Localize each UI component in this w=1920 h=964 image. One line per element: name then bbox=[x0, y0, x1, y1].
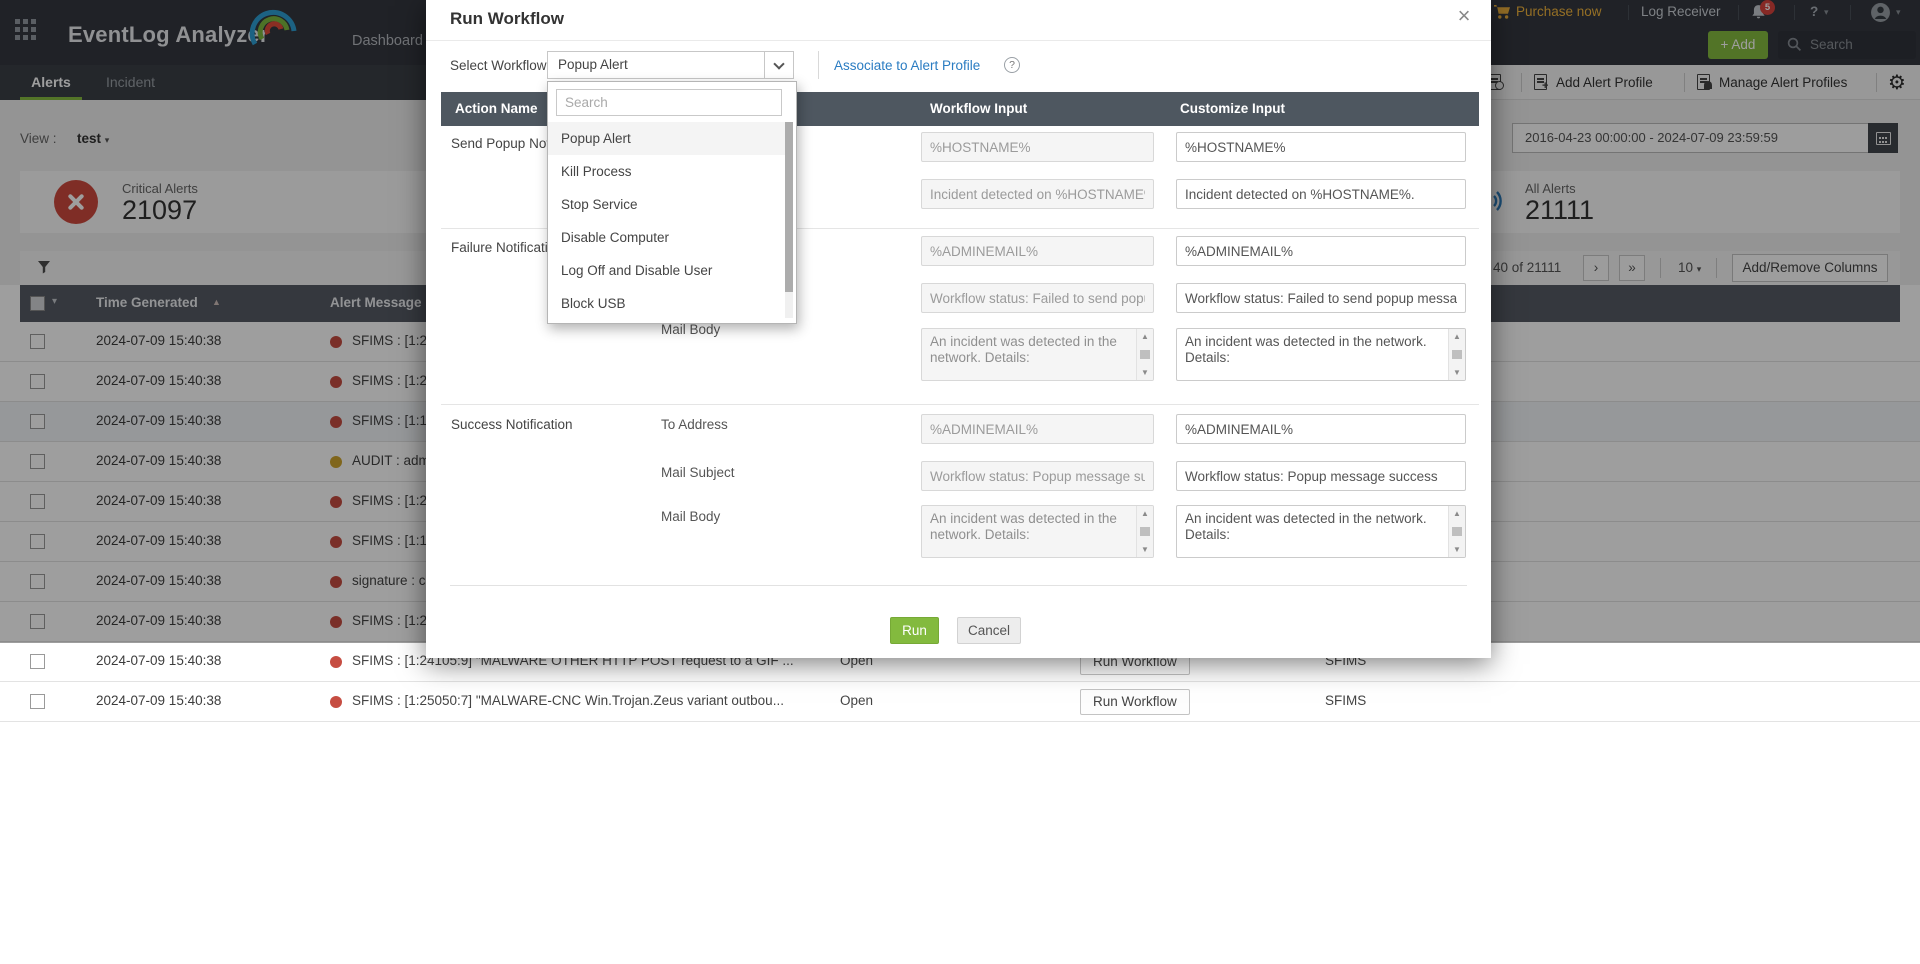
customize-input-field[interactable] bbox=[1176, 132, 1466, 162]
dropdown-search-input[interactable] bbox=[556, 89, 782, 116]
row-checkbox[interactable] bbox=[30, 654, 45, 669]
dropdown-option[interactable]: Stop Service bbox=[548, 188, 786, 221]
workflow-textarea: An incident was detected in the network.… bbox=[921, 328, 1154, 381]
cancel-button[interactable]: Cancel bbox=[957, 617, 1021, 644]
customize-input-field[interactable] bbox=[1176, 461, 1466, 491]
customize-input-field[interactable] bbox=[1176, 414, 1466, 444]
textarea-scrollbar[interactable]: ▲▼ bbox=[1136, 506, 1153, 557]
row-time: 2024-07-09 15:40:38 bbox=[96, 653, 221, 668]
footer-divider bbox=[450, 585, 1467, 586]
customize-textarea[interactable]: An incident was detected in the network.… bbox=[1176, 505, 1466, 558]
table-row: 2024-07-09 15:40:38 SFIMS : [1:25050:7] … bbox=[0, 682, 1920, 722]
run-workflow-modal: Run Workflow × Select Workflow Popup Ale… bbox=[426, 0, 1491, 658]
field-label: To Address bbox=[661, 417, 728, 432]
section-divider bbox=[441, 404, 1479, 405]
textarea-scrollbar[interactable]: ▲▼ bbox=[1448, 329, 1465, 380]
field-label: Mail Body bbox=[661, 322, 720, 337]
severity-dot-icon bbox=[330, 656, 342, 668]
eventlog-analyzer-app: EventLog Analyzer Dashboard Purchase now… bbox=[0, 0, 1920, 964]
customize-textarea[interactable]: An incident was detected in the network.… bbox=[1176, 328, 1466, 381]
workflow-input-field bbox=[921, 179, 1154, 209]
dropdown-option[interactable]: Disable Computer bbox=[548, 221, 786, 254]
row-alert-message[interactable]: SFIMS : [1:25050:7] "MALWARE-CNC Win.Tro… bbox=[352, 693, 822, 708]
dropdown-option[interactable]: Block USB bbox=[548, 287, 786, 320]
workflow-input-field bbox=[921, 132, 1154, 162]
textarea-scrollbar[interactable]: ▲▼ bbox=[1448, 506, 1465, 557]
dropdown-option[interactable]: Log Off and Disable User bbox=[548, 254, 786, 287]
textarea-scrollbar[interactable]: ▲▼ bbox=[1136, 329, 1153, 380]
dropdown-option[interactable]: Kill Process bbox=[548, 155, 786, 188]
run-button[interactable]: Run bbox=[890, 617, 939, 644]
field-label: Mail Body bbox=[661, 509, 720, 524]
severity-dot-icon bbox=[330, 696, 342, 708]
workflow-dropdown-list: Popup AlertKill ProcessStop ServiceDisab… bbox=[548, 122, 786, 320]
dropdown-scrollbar-thumb[interactable] bbox=[785, 122, 793, 292]
customize-input-field[interactable] bbox=[1176, 179, 1466, 209]
workflow-input-field bbox=[921, 283, 1154, 313]
run-workflow-button[interactable]: Run Workflow bbox=[1080, 689, 1190, 715]
row-time: 2024-07-09 15:40:38 bbox=[96, 693, 221, 708]
customize-input-field[interactable] bbox=[1176, 236, 1466, 266]
workflow-dropdown-panel: Popup AlertKill ProcessStop ServiceDisab… bbox=[547, 81, 797, 324]
row-status: Open bbox=[840, 693, 873, 708]
row-checkbox[interactable] bbox=[30, 694, 45, 709]
customize-input-field[interactable] bbox=[1176, 283, 1466, 313]
action-name: Success Notification bbox=[451, 417, 573, 432]
field-label: Mail Subject bbox=[661, 465, 735, 480]
workflow-textarea: An incident was detected in the network.… bbox=[921, 505, 1154, 558]
dropdown-option[interactable]: Popup Alert bbox=[548, 122, 786, 155]
workflow-input-field bbox=[921, 236, 1154, 266]
row-group: SFIMS bbox=[1325, 693, 1366, 708]
workflow-input-field bbox=[921, 414, 1154, 444]
workflow-input-field bbox=[921, 461, 1154, 491]
